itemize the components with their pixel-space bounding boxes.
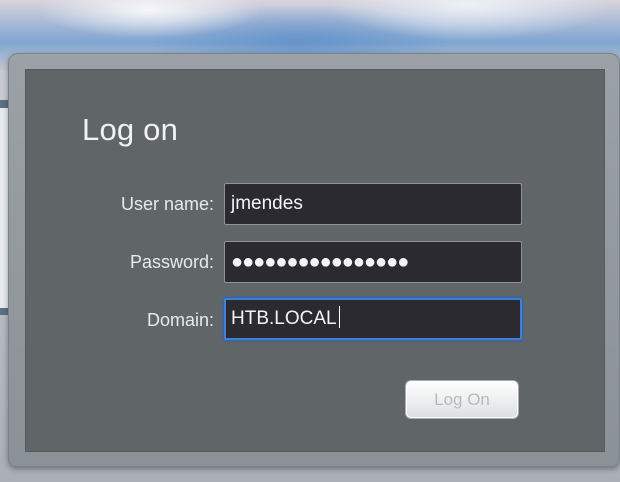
domain-value: HTB.LOCAL xyxy=(231,308,337,329)
username-value: jmendes xyxy=(231,193,303,214)
dialog-title: Log on xyxy=(82,112,179,147)
log-on-button[interactable]: Log On xyxy=(405,380,519,419)
username-label: User name: xyxy=(120,194,214,214)
password-field[interactable]: ●●●●●●●●●●●●●●●● xyxy=(224,241,522,283)
password-label: Password: xyxy=(129,252,214,272)
text-caret xyxy=(338,306,340,329)
domain-label: Domain: xyxy=(146,310,214,330)
username-field[interactable]: jmendes xyxy=(224,183,522,225)
password-value: ●●●●●●●●●●●●●●●● xyxy=(231,251,409,273)
domain-field[interactable]: HTB.LOCAL xyxy=(224,298,522,340)
